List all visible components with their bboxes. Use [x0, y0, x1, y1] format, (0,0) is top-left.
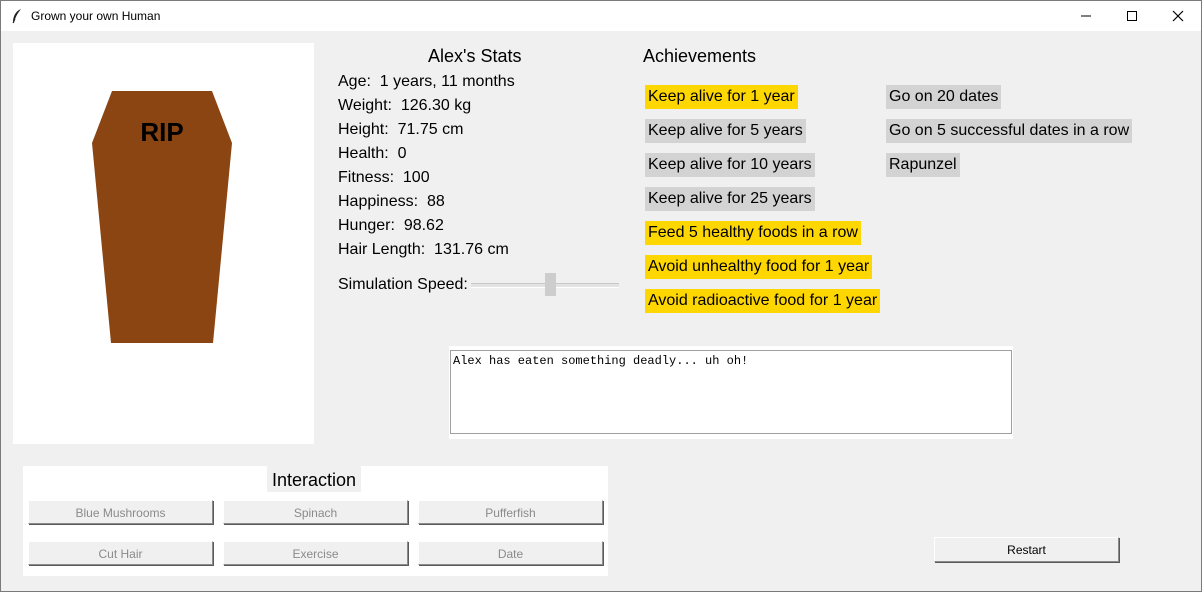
maximize-icon — [1127, 11, 1137, 21]
title-bar: Grown your own Human — [1, 1, 1201, 31]
minimize-button[interactable] — [1063, 1, 1109, 31]
human-canvas: RIP — [13, 43, 314, 444]
pufferfish-button[interactable]: Pufferfish — [418, 500, 603, 524]
coffin-drawing: RIP — [92, 91, 232, 343]
window-title: Grown your own Human — [31, 9, 161, 23]
achievements-heading: Achievements — [643, 46, 757, 66]
stat-fitness: Fitness: 100 — [338, 169, 430, 186]
stat-hunger: Hunger: 98.62 — [338, 217, 444, 234]
stat-weight: Weight: 126.30 kg — [338, 97, 472, 114]
exercise-button[interactable]: Exercise — [223, 541, 408, 565]
stats-heading: Alex's Stats — [428, 46, 522, 66]
achievement-item: Go on 20 dates — [886, 85, 1002, 109]
stat-age: Age: 1 years, 11 months — [338, 73, 515, 90]
blue-mushrooms-button[interactable]: Blue Mushrooms — [28, 500, 213, 524]
achievement-item: Keep alive for 10 years — [645, 153, 815, 177]
achievement-item: Avoid unhealthy food for 1 year — [645, 255, 873, 279]
rip-text: RIP — [140, 117, 183, 147]
stat-height: Height: 71.75 cm — [338, 121, 464, 138]
simulation-speed-label: Simulation Speed: — [338, 276, 468, 293]
minimize-icon — [1081, 15, 1091, 17]
stat-hair-length: Hair Length: 131.76 cm — [338, 241, 509, 258]
close-icon — [1172, 10, 1184, 22]
cut-hair-button[interactable]: Cut Hair — [28, 541, 213, 565]
achievement-item: Avoid radioactive food for 1 year — [645, 289, 881, 313]
achievement-item: Feed 5 healthy foods in a row — [645, 221, 861, 245]
app-window: Grown your own Human RIP Alex's Stats Ag… — [0, 0, 1202, 592]
event-log[interactable]: Alex has eaten something deadly... uh oh… — [450, 350, 1012, 434]
close-button[interactable] — [1155, 1, 1201, 31]
interaction-heading: Interaction — [267, 466, 361, 492]
achievement-item: Keep alive for 1 year — [645, 85, 798, 109]
achievement-item: Go on 5 successful dates in a row — [886, 119, 1133, 143]
achievement-item: Keep alive for 25 years — [645, 187, 815, 211]
feather-icon — [12, 9, 21, 24]
achievement-item: Rapunzel — [886, 153, 960, 177]
achievement-item: Keep alive for 5 years — [645, 119, 806, 143]
stat-health: Health: 0 — [338, 145, 407, 162]
spinach-button[interactable]: Spinach — [223, 500, 408, 524]
date-button[interactable]: Date — [418, 541, 603, 565]
maximize-button[interactable] — [1109, 1, 1155, 31]
restart-button[interactable]: Restart — [934, 537, 1119, 562]
slider-thumb[interactable] — [545, 273, 556, 296]
stat-happiness: Happiness: 88 — [338, 193, 445, 210]
